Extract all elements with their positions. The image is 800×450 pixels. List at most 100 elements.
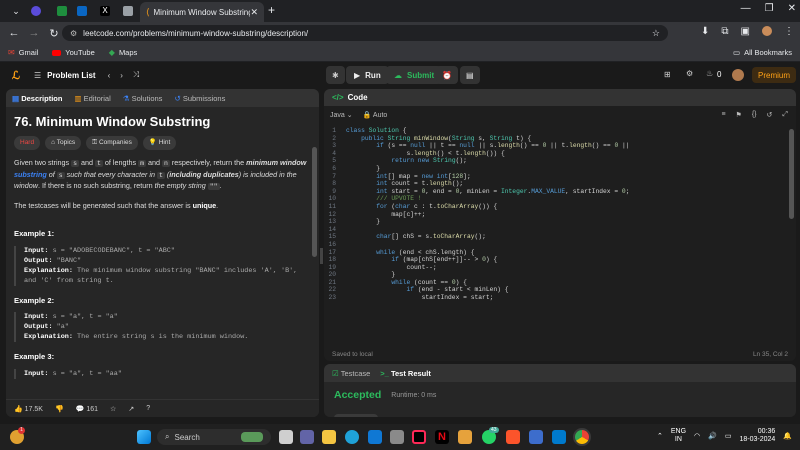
share-icon[interactable]: ↗: [128, 405, 134, 413]
format-icon[interactable]: ≡: [721, 111, 725, 119]
language-indicator[interactable]: ENG IN: [671, 428, 686, 444]
code-line[interactable]: 12 map[c]++;: [324, 211, 796, 219]
tab-x[interactable]: X: [95, 3, 115, 19]
tab-description[interactable]: ▤ Description: [12, 94, 62, 103]
prev-problem-icon[interactable]: ‹: [108, 71, 111, 80]
tab-copilot[interactable]: [26, 3, 46, 19]
code-line[interactable]: 14: [324, 226, 796, 234]
code-line[interactable]: 22 if (end - start < minLen) {: [324, 286, 796, 294]
comments-button[interactable]: 💬 161: [76, 405, 98, 413]
code-line[interactable]: 19 count--;: [324, 264, 796, 272]
forward-icon[interactable]: →: [26, 27, 42, 39]
reload-icon[interactable]: ↻: [46, 27, 62, 40]
tab-editorial[interactable]: ▥ Editorial: [74, 94, 110, 103]
code-line[interactable]: 1 class Solution {: [324, 127, 796, 135]
intellij-icon[interactable]: [412, 430, 426, 444]
clock[interactable]: 00:36 18-03-2024: [739, 428, 775, 444]
problem-title[interactable]: 76. Minimum Window Substring: [14, 115, 311, 127]
notes-button[interactable]: ▤: [460, 66, 480, 84]
back-icon[interactable]: ←: [6, 27, 22, 39]
all-bookmarks[interactable]: ▭ All Bookmarks: [733, 48, 792, 57]
debug-button[interactable]: ✱: [326, 66, 345, 84]
code-line[interactable]: 10 /// UPVOTE !: [324, 195, 796, 203]
bookmark-youtube[interactable]: YouTube: [52, 48, 95, 57]
code-line[interactable]: 18 if (map[chS[end++]]-- > 0) {: [324, 256, 796, 264]
code-line[interactable]: 13 }: [324, 218, 796, 226]
code-line[interactable]: 9 int start = 0, end = 0, minLen = Integ…: [324, 188, 796, 196]
help-icon[interactable]: ?: [146, 405, 150, 412]
code-line[interactable]: 15 char[] chS = s. toCharArray ();: [324, 233, 796, 241]
code-line[interactable]: 23 startIndex = start;: [324, 294, 796, 302]
problem-list-link[interactable]: Problem List: [47, 71, 95, 80]
code-line[interactable]: 21 while (count == 0) {: [324, 279, 796, 287]
teams-icon[interactable]: [300, 430, 314, 444]
close-tab-icon[interactable]: ✕: [250, 7, 258, 18]
start-icon[interactable]: [137, 430, 151, 444]
user-avatar[interactable]: [732, 69, 744, 81]
file-explorer-icon[interactable]: [322, 430, 336, 444]
downloads-icon[interactable]: ⬇: [701, 26, 709, 37]
topics-tag[interactable]: ⌂ Topics: [45, 135, 82, 150]
premium-button[interactable]: Premium: [752, 67, 797, 83]
timer-button[interactable]: ⏰: [436, 66, 458, 84]
autocomplete-toggle[interactable]: 🔒 Auto: [363, 111, 388, 119]
tab-test-result[interactable]: >_ Test Result: [380, 369, 431, 378]
new-tab-button[interactable]: +: [268, 3, 275, 17]
next-problem-icon[interactable]: ›: [120, 71, 123, 80]
tab-generic[interactable]: [118, 3, 138, 19]
bookmark-icon[interactable]: ⚑: [736, 111, 742, 119]
tab-search-dropdown[interactable]: ⌄: [6, 3, 26, 19]
submit-button[interactable]: ☁ Submit: [386, 66, 443, 84]
settings-icon[interactable]: ⚙: [686, 69, 693, 78]
companies-tag[interactable]: ⚿ Companies: [86, 135, 138, 150]
code-line[interactable]: 16: [324, 241, 796, 249]
braces-icon[interactable]: {}: [752, 111, 757, 119]
hint-tag[interactable]: 💡 Hint: [142, 135, 177, 150]
favorite-icon[interactable]: ☆: [110, 405, 116, 413]
case-pill[interactable]: [334, 414, 378, 417]
streak-icon[interactable]: ♨: [706, 69, 713, 78]
sidepanel-icon[interactable]: ▣: [741, 26, 750, 37]
code-line[interactable]: 3 if (s == null || t == null || s. length…: [324, 142, 796, 150]
tab-linkedin[interactable]: [72, 3, 92, 19]
task-view-icon[interactable]: [279, 430, 293, 444]
left-scrollbar[interactable]: [312, 147, 317, 257]
extensions-icon[interactable]: ⧉: [721, 26, 728, 37]
run-button[interactable]: ▶ Run: [346, 66, 389, 84]
vscode-icon[interactable]: [552, 430, 566, 444]
code-line[interactable]: 7 int[] map = new int[128];: [324, 173, 796, 181]
code-scrollbar[interactable]: [789, 129, 794, 219]
reset-icon[interactable]: ↺: [767, 111, 773, 119]
like-button[interactable]: 👍 17.5K: [14, 405, 43, 413]
url-field[interactable]: ⚙ leetcode.com/problems/minimum-window-s…: [62, 25, 668, 41]
substring-link[interactable]: substring: [14, 170, 47, 179]
maximize-icon[interactable]: ❐: [765, 3, 774, 14]
profile-avatar[interactable]: [762, 26, 772, 36]
tab-testcase[interactable]: ☑ Testcase: [332, 369, 370, 378]
code-line[interactable]: 17 while (end < chS.length) {: [324, 249, 796, 257]
photos-icon[interactable]: [458, 430, 472, 444]
edge-icon[interactable]: [345, 430, 359, 444]
site-info-icon[interactable]: ⚙: [70, 29, 77, 38]
tab-solutions[interactable]: ⚗ Solutions: [123, 94, 163, 103]
menu-icon[interactable]: ⋮: [784, 26, 794, 37]
code-line[interactable]: 11 for (char c : t. toCharArray()) {: [324, 203, 796, 211]
code-editor[interactable]: 1 class Solution {2 public String minWind…: [324, 127, 796, 341]
code-line[interactable]: 20 }: [324, 271, 796, 279]
layout-icon[interactable]: ⊞: [664, 70, 671, 79]
code-line[interactable]: 8 int count = t. length ();: [324, 180, 796, 188]
chrome-icon[interactable]: [575, 430, 589, 444]
bookmark-gmail[interactable]: ✉ Gmail: [8, 48, 38, 57]
chevron-up-icon[interactable]: ⌃: [657, 432, 663, 440]
shuffle-icon[interactable]: ⤨: [133, 70, 139, 80]
volume-icon[interactable]: 🔊: [708, 432, 717, 440]
bookmark-maps[interactable]: ◆ Maps: [109, 48, 138, 57]
bookmark-star-icon[interactable]: ☆: [652, 28, 660, 39]
tab-active[interactable]: ⟨ Minimum Window Substring - Le... ✕: [140, 2, 264, 22]
mail-icon[interactable]: [368, 430, 382, 444]
close-window-icon[interactable]: ✕: [788, 3, 796, 14]
netflix-icon[interactable]: N: [435, 430, 449, 444]
dislike-icon[interactable]: 👎: [55, 405, 64, 413]
app-icon[interactable]: [529, 430, 543, 444]
brave-icon[interactable]: [506, 430, 520, 444]
